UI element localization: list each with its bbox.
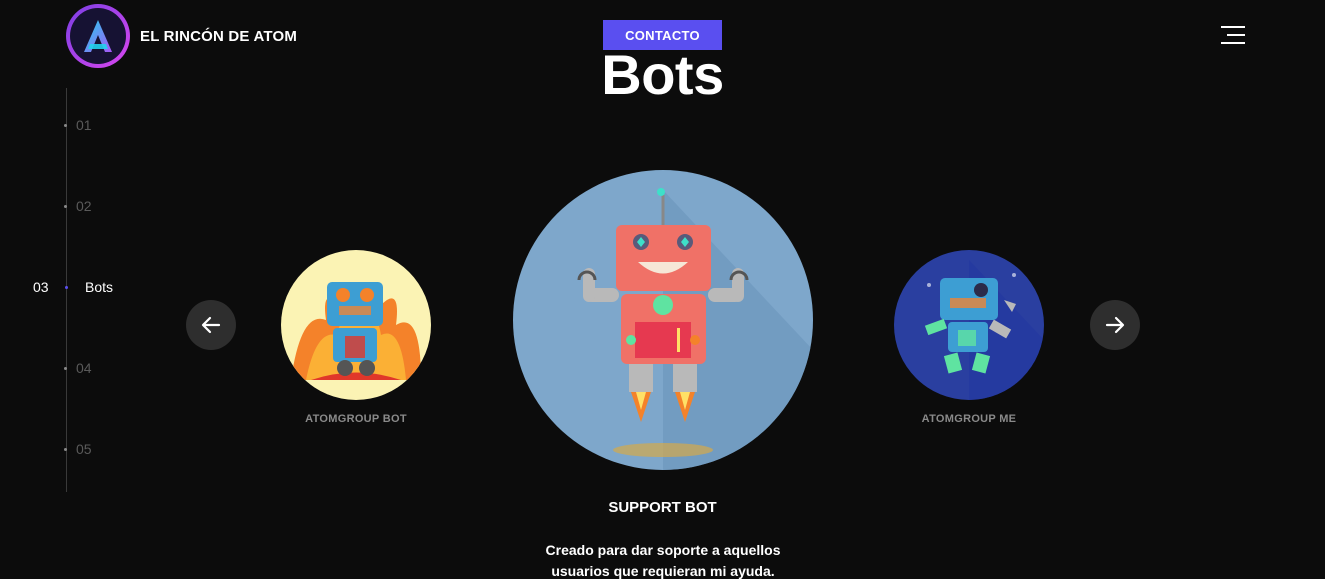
side-nav-label: Bots xyxy=(85,279,114,295)
side-nav-item-03[interactable]: 03 Bots xyxy=(33,279,113,295)
side-nav-num: 01 xyxy=(76,117,92,133)
next-button[interactable] xyxy=(1090,300,1140,350)
bot-support-bot-image[interactable] xyxy=(513,170,813,470)
side-nav-item-02[interactable]: 02 xyxy=(64,198,92,214)
page-title: Bots xyxy=(601,43,724,106)
bot-caption-right: ATOMGROUP ME xyxy=(921,413,1017,425)
bot-caption-left: ATOMGROUP BOT xyxy=(305,413,407,425)
bot-atomgroup-me-image[interactable] xyxy=(894,250,1044,400)
bot-description: Creado para dar soporte a aquellos usuar… xyxy=(545,542,781,579)
prev-button[interactable] xyxy=(186,300,236,350)
side-nav-item-01[interactable]: 01 xyxy=(64,117,92,133)
hamburger-icon[interactable] xyxy=(1221,26,1245,44)
bot-atomgroup-bot-image[interactable] xyxy=(281,250,431,400)
arrow-left-icon xyxy=(201,316,221,334)
side-nav-num: 02 xyxy=(76,198,92,214)
side-nav-num: 05 xyxy=(76,441,92,457)
side-nav-num: 04 xyxy=(76,360,92,376)
side-nav-item-05[interactable]: 05 xyxy=(64,441,92,457)
side-nav-num: 03 xyxy=(33,279,49,295)
arrow-right-icon xyxy=(1105,316,1125,334)
side-nav-item-04[interactable]: 04 xyxy=(64,360,92,376)
bot-name: SUPPORT BOT xyxy=(608,499,717,516)
